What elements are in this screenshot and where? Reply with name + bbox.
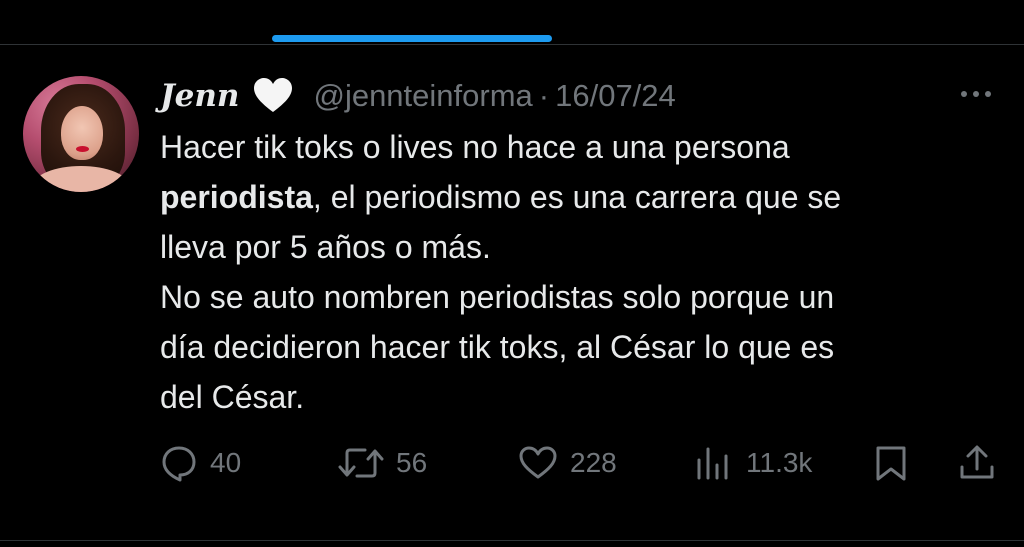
avatar[interactable] [23,76,139,192]
tab-partial-2[interactable] [300,0,530,8]
tab-partial-4[interactable] [820,0,970,8]
like-count: 228 [570,447,617,478]
bookmark-icon [876,446,906,481]
tab-partial-3[interactable] [590,0,770,8]
more-icon[interactable] [956,84,996,104]
tab-bar [0,0,1024,45]
tweet-date[interactable]: 16/07/24 [555,78,676,114]
user-handle[interactable]: @jennteinforma [313,78,532,114]
tweet-text-line-1: Hacer tik toks o lives no hace a una per… [160,129,790,165]
share-button[interactable] [957,438,997,488]
tweet-text-line-3: lleva por 5 años o más. [160,229,491,265]
retweet-button[interactable]: 56 [338,438,427,488]
bottom-divider [0,540,1024,541]
like-button[interactable]: 228 [518,438,617,488]
tweet-text: Hacer tik toks o lives no hace a una per… [160,122,1010,422]
retweet-count: 56 [396,447,428,478]
tweet-text-line-6: del César. [160,379,305,415]
reply-icon [162,446,196,482]
avatar-lips [76,146,89,152]
heart-icon [519,446,557,479]
tweet-text-line-4: No se auto nombren periodistas solo porq… [160,279,835,315]
share-icon [960,445,994,479]
tweet-actions: 40 56 228 11.3k [0,438,1024,488]
tab-partial-1[interactable] [20,0,220,8]
tweet-header: Jenn @jennteinforma · 16/07/24 [160,76,676,116]
views-icon [697,447,728,480]
views-button[interactable]: 11.3k [694,438,812,488]
tweet-text-line-2: periodista, el periodismo es una carrera… [160,172,1010,222]
active-tab-indicator [272,35,552,42]
reply-count: 40 [210,447,242,478]
tweet-text-line-2-rest: , el periodismo es una carrera que se [312,179,842,215]
white-heart-icon [254,78,293,112]
tweet-text-bold: periodista [160,179,313,215]
display-name[interactable]: Jenn [160,78,239,114]
bookmark-button[interactable] [873,438,909,488]
header-separator: · [538,78,550,113]
views-count: 11.3k [746,447,813,478]
retweet-icon [338,448,384,478]
reply-button[interactable]: 40 [160,438,241,488]
tweet-text-line-5: día decidieron hacer tik toks, al César … [160,329,835,365]
